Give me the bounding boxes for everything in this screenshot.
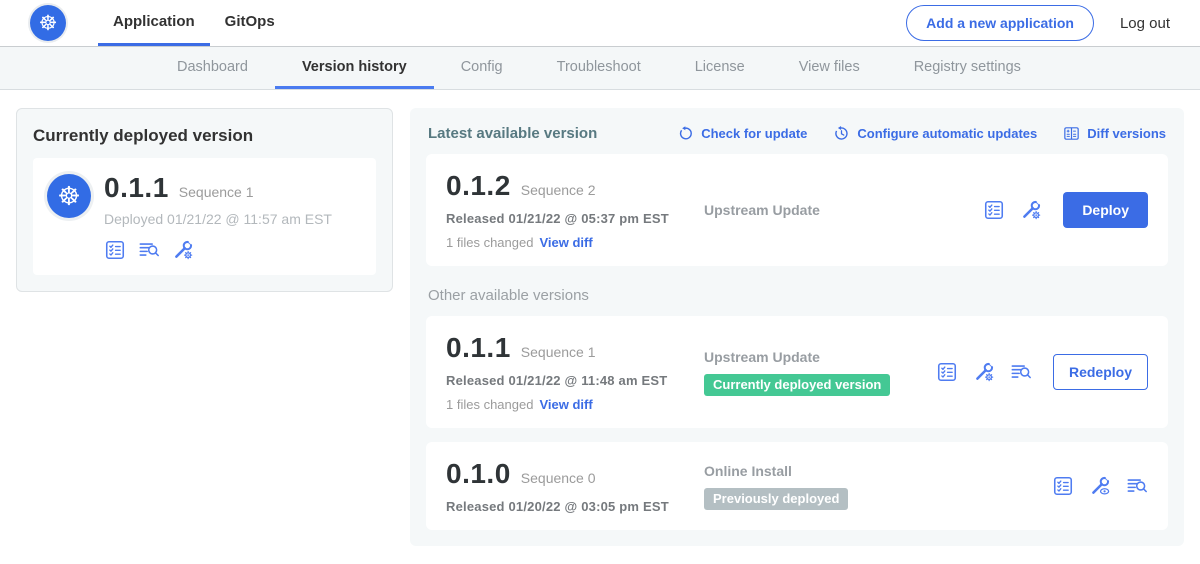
version-source: Upstream Update bbox=[704, 202, 983, 218]
version-actions bbox=[1052, 475, 1148, 497]
subnav-view-files-label: View files bbox=[799, 59, 860, 75]
version-row-0-1-1: 0.1.1 Sequence 1 Released 01/21/22 @ 11:… bbox=[426, 316, 1168, 428]
app-logo: ☸ bbox=[47, 174, 91, 218]
version-source: Upstream Update Currently deployed versi… bbox=[704, 349, 936, 396]
panel-header-actions: Check for update Configure automatic upd… bbox=[677, 125, 1166, 142]
diff-icon bbox=[1063, 125, 1080, 142]
subnav-view-files[interactable]: View files bbox=[772, 47, 887, 89]
redeploy-button[interactable]: Redeploy bbox=[1053, 354, 1148, 390]
refresh-icon bbox=[677, 125, 694, 142]
version-info: 0.1.2 Sequence 2 Released 01/21/22 @ 05:… bbox=[446, 170, 704, 250]
source-label: Online Install bbox=[704, 463, 1052, 479]
view-diff-link[interactable]: View diff bbox=[539, 235, 592, 250]
preflight-checklist-icon[interactable] bbox=[983, 199, 1005, 221]
released-timestamp: Released 01/21/22 @ 05:37 pm EST bbox=[446, 211, 704, 226]
currently-deployed-version-card: ☸ 0.1.1 Sequence 1 Deployed 01/21/22 @ 1… bbox=[33, 158, 376, 275]
other-versions-heading: Other available versions bbox=[428, 287, 1166, 304]
kubernetes-wheel-icon: ☸ bbox=[39, 13, 58, 34]
subnav-license-label: License bbox=[695, 59, 745, 75]
currently-deployed-badge: Currently deployed version bbox=[704, 374, 890, 396]
check-for-update-link[interactable]: Check for update bbox=[677, 125, 807, 142]
files-changed-line: 1 files changed View diff bbox=[446, 235, 704, 250]
currently-deployed-title: Currently deployed version bbox=[33, 126, 376, 146]
configure-automatic-updates-link[interactable]: Configure automatic updates bbox=[833, 125, 1037, 142]
sequence-label: Sequence 2 bbox=[521, 182, 596, 198]
subnav-config[interactable]: Config bbox=[434, 47, 530, 89]
sequence-label: Sequence 1 bbox=[521, 344, 596, 360]
version-actions: Deploy bbox=[983, 192, 1148, 228]
wrench-eye-icon[interactable] bbox=[1089, 475, 1111, 497]
preflight-checklist-icon[interactable] bbox=[1052, 475, 1074, 497]
deployed-version-info: 0.1.1 Sequence 1 Deployed 01/21/22 @ 11:… bbox=[104, 172, 332, 261]
logs-search-icon[interactable] bbox=[138, 239, 160, 261]
latest-available-heading: Latest available version bbox=[428, 125, 597, 142]
sequence-label: Sequence 0 bbox=[521, 470, 596, 486]
subnav-troubleshoot-label: Troubleshoot bbox=[557, 59, 641, 75]
released-timestamp: Released 01/21/22 @ 11:48 am EST bbox=[446, 373, 704, 388]
kubernetes-logo: ☸ bbox=[30, 0, 66, 46]
released-timestamp: Released 01/20/22 @ 03:05 pm EST bbox=[446, 499, 704, 514]
deployed-version-number: 0.1.1 bbox=[104, 172, 169, 204]
deployed-timestamp: Deployed 01/21/22 @ 11:57 am EST bbox=[104, 211, 332, 227]
log-out-link[interactable]: Log out bbox=[1120, 15, 1170, 32]
logs-search-icon[interactable] bbox=[1010, 361, 1032, 383]
subnav-troubleshoot[interactable]: Troubleshoot bbox=[530, 47, 668, 89]
main-content: Currently deployed version ☸ 0.1.1 Seque… bbox=[0, 90, 1200, 564]
clock-arrow-icon bbox=[833, 125, 850, 142]
tab-application[interactable]: Application bbox=[98, 0, 210, 46]
tab-application-label: Application bbox=[113, 13, 195, 30]
view-diff-link[interactable]: View diff bbox=[539, 397, 592, 412]
files-changed-label: 1 files changed bbox=[446, 397, 533, 412]
app-sub-nav: Dashboard Version history Config Trouble… bbox=[0, 47, 1200, 90]
subnav-dashboard-label: Dashboard bbox=[177, 59, 248, 75]
check-for-update-label: Check for update bbox=[701, 126, 807, 141]
add-new-application-button[interactable]: Add a new application bbox=[906, 5, 1094, 41]
currently-deployed-card: Currently deployed version ☸ 0.1.1 Seque… bbox=[16, 108, 393, 292]
files-changed-label: 1 files changed bbox=[446, 235, 533, 250]
version-number: 0.1.1 bbox=[446, 332, 511, 364]
kubernetes-wheel-icon: ☸ bbox=[57, 183, 80, 209]
version-history-panel: Latest available version Check for updat… bbox=[410, 108, 1184, 546]
source-label: Upstream Update bbox=[704, 349, 936, 365]
tab-gitops[interactable]: GitOps bbox=[210, 0, 290, 46]
subnav-license[interactable]: License bbox=[668, 47, 772, 89]
wrench-gear-icon[interactable] bbox=[973, 361, 995, 383]
previously-deployed-badge: Previously deployed bbox=[704, 488, 848, 510]
version-source: Online Install Previously deployed bbox=[704, 463, 1052, 510]
subnav-version-history[interactable]: Version history bbox=[275, 47, 434, 89]
diff-versions-label: Diff versions bbox=[1087, 126, 1166, 141]
wrench-gear-icon[interactable] bbox=[1020, 199, 1042, 221]
deploy-button[interactable]: Deploy bbox=[1063, 192, 1148, 228]
version-actions: Redeploy bbox=[936, 354, 1148, 390]
files-changed-line: 1 files changed View diff bbox=[446, 397, 704, 412]
configure-automatic-updates-label: Configure automatic updates bbox=[857, 126, 1037, 141]
logs-search-icon[interactable] bbox=[1126, 475, 1148, 497]
subnav-registry-settings[interactable]: Registry settings bbox=[887, 47, 1048, 89]
kubernetes-logo-circle: ☸ bbox=[30, 5, 66, 41]
version-info: 0.1.0 Sequence 0 Released 01/20/22 @ 03:… bbox=[446, 458, 704, 514]
version-number: 0.1.0 bbox=[446, 458, 511, 490]
version-row-0-1-2: 0.1.2 Sequence 2 Released 01/21/22 @ 05:… bbox=[426, 154, 1168, 266]
diff-versions-link[interactable]: Diff versions bbox=[1063, 125, 1166, 142]
top-nav: ☸ Application GitOps Add a new applicati… bbox=[0, 0, 1200, 47]
preflight-checklist-icon[interactable] bbox=[104, 239, 126, 261]
subnav-registry-settings-label: Registry settings bbox=[914, 59, 1021, 75]
top-nav-right: Add a new application Log out bbox=[906, 0, 1170, 46]
source-label: Upstream Update bbox=[704, 202, 983, 218]
version-row-0-1-0: 0.1.0 Sequence 0 Released 01/20/22 @ 03:… bbox=[426, 442, 1168, 530]
subnav-dashboard[interactable]: Dashboard bbox=[150, 47, 275, 89]
subnav-version-history-label: Version history bbox=[302, 59, 407, 75]
panel-header: Latest available version Check for updat… bbox=[428, 125, 1166, 142]
tab-gitops-label: GitOps bbox=[225, 13, 275, 30]
version-number: 0.1.2 bbox=[446, 170, 511, 202]
wrench-gear-icon[interactable] bbox=[172, 239, 194, 261]
preflight-checklist-icon[interactable] bbox=[936, 361, 958, 383]
version-info: 0.1.1 Sequence 1 Released 01/21/22 @ 11:… bbox=[446, 332, 704, 412]
subnav-config-label: Config bbox=[461, 59, 503, 75]
deployed-sequence-label: Sequence 1 bbox=[179, 184, 254, 200]
